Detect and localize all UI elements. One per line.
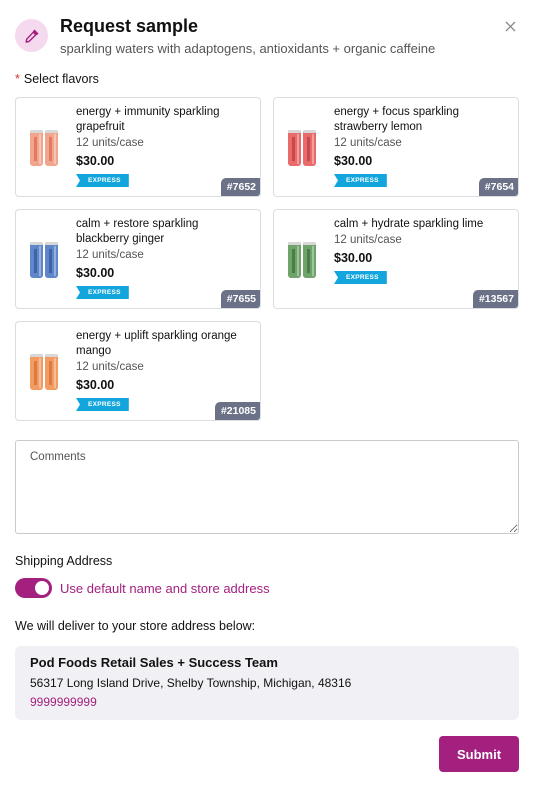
sku-badge: #21085 xyxy=(214,402,260,420)
product-card[interactable]: calm + restore sparkling blackberry ging… xyxy=(15,209,261,309)
address-name: Pod Foods Retail Sales + Success Team xyxy=(30,655,278,670)
product-image xyxy=(288,130,316,166)
product-info: calm + restore sparkling blackberry ging… xyxy=(76,217,252,299)
close-button[interactable] xyxy=(500,16,520,36)
express-badge: EXPRESS xyxy=(334,271,387,284)
product-image xyxy=(288,242,316,278)
product-info: energy + immunity sparkling grapefruit 12… xyxy=(76,105,252,187)
product-price: $30.00 xyxy=(334,154,373,168)
shipping-address-label: Shipping Address xyxy=(15,554,113,568)
product-card[interactable]: energy + focus sparkling strawberry lemo… xyxy=(273,97,519,197)
product-card[interactable]: energy + immunity sparkling grapefruit 12… xyxy=(15,97,261,197)
express-badge: EXPRESS xyxy=(76,174,129,187)
comments-input[interactable] xyxy=(15,440,519,534)
product-image xyxy=(30,354,58,390)
pipette-icon xyxy=(15,19,48,52)
product-price: $30.00 xyxy=(76,378,115,392)
toggle-knob xyxy=(35,581,49,595)
product-price: $30.00 xyxy=(334,251,373,265)
product-name: energy + immunity sparkling grapefruit xyxy=(76,106,220,133)
express-badge: EXPRESS xyxy=(334,174,387,187)
product-info: energy + focus sparkling strawberry lemo… xyxy=(334,105,510,187)
product-name: calm + restore sparkling blackberry ging… xyxy=(76,218,199,245)
select-flavors-label: * Select flavors xyxy=(15,72,99,86)
address-box: Pod Foods Retail Sales + Success Team 56… xyxy=(15,646,519,720)
delivery-note: We will deliver to your store address be… xyxy=(15,619,256,633)
default-address-toggle-label[interactable]: Use default name and store address xyxy=(60,581,270,596)
modal-subtitle: sparkling waters with adaptogens, antiox… xyxy=(60,41,436,56)
product-name: energy + uplift sparkling orange mango xyxy=(76,330,237,357)
product-card[interactable]: calm + hydrate sparkling lime 12 units/ca… xyxy=(273,209,519,309)
product-image xyxy=(30,130,58,166)
product-name: calm + hydrate sparkling lime xyxy=(334,218,484,230)
submit-button[interactable]: Submit xyxy=(439,736,519,772)
product-units: 12 units/case xyxy=(76,137,144,149)
product-units: 12 units/case xyxy=(334,234,402,246)
product-units: 12 units/case xyxy=(76,361,144,373)
modal-header: Request sample sparkling waters with ada… xyxy=(15,14,520,62)
close-icon xyxy=(505,21,515,31)
product-units: 12 units/case xyxy=(334,137,402,149)
product-name: energy + focus sparkling strawberry lemo… xyxy=(334,106,459,133)
select-flavors-text: Select flavors xyxy=(23,72,99,86)
product-image xyxy=(30,242,58,278)
sku-badge: #7654 xyxy=(478,178,518,196)
address-line: 56317 Long Island Drive, Shelby Township… xyxy=(30,676,352,690)
express-badge: EXPRESS xyxy=(76,398,129,411)
default-address-toggle-row: Use default name and store address xyxy=(15,578,270,598)
product-info: energy + uplift sparkling orange mango 12… xyxy=(76,329,252,411)
product-units: 12 units/case xyxy=(76,249,144,261)
product-card[interactable]: energy + uplift sparkling orange mango 12… xyxy=(15,321,261,421)
product-price: $30.00 xyxy=(76,266,115,280)
product-price: $30.00 xyxy=(76,154,115,168)
product-info: calm + hydrate sparkling lime 12 units/ca… xyxy=(334,217,510,284)
modal-title: Request sample xyxy=(60,16,199,36)
sku-badge: #7652 xyxy=(220,178,260,196)
address-phone: 9999999999 xyxy=(30,695,97,709)
sku-badge: #7655 xyxy=(220,290,260,308)
sku-badge: #13567 xyxy=(472,290,518,308)
required-mark: * xyxy=(15,72,20,86)
default-address-toggle[interactable] xyxy=(15,578,52,598)
express-badge: EXPRESS xyxy=(76,286,129,299)
